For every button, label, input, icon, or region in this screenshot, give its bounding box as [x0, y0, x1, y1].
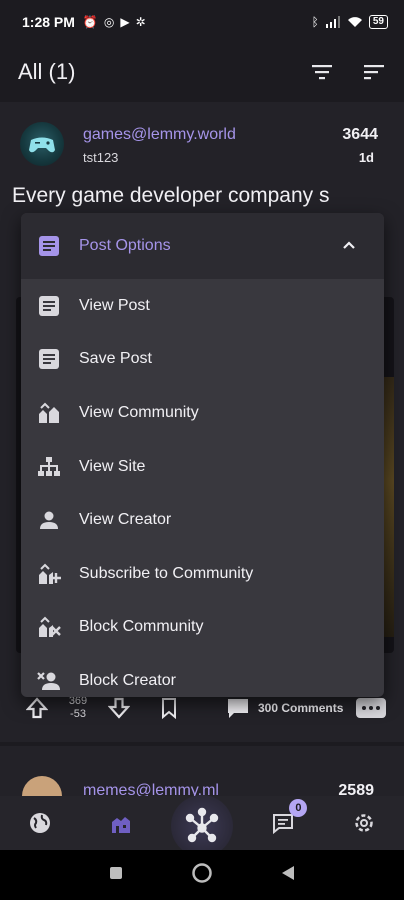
status-bar: 1:28 PM ⏰ ◎ ▶ ✲ ᛒ 59 [0, 0, 404, 44]
nav-settings[interactable] [323, 796, 404, 850]
bottom-navigation: 0 [0, 795, 404, 857]
comment-icon [228, 699, 248, 718]
menu-item-view-post[interactable]: View Post [21, 279, 384, 333]
back-button[interactable] [281, 865, 295, 886]
menu-item-view-community[interactable]: View Community [21, 386, 384, 440]
community-avatar[interactable] [20, 122, 64, 166]
battery-indicator: 59 [368, 15, 388, 29]
menu-item-view-site[interactable]: View Site [21, 440, 384, 494]
post-title[interactable]: Every game developer company s [12, 182, 392, 210]
bookmark-button[interactable] [152, 697, 186, 719]
nav-explore[interactable] [0, 796, 81, 850]
menu-item-label: View Community [79, 403, 199, 421]
square-icon [110, 866, 122, 879]
app-bar: All (1) [0, 44, 404, 100]
home-community-icon [112, 817, 131, 833]
next-post-card[interactable]: memes@lemmy.ml 2589 [0, 746, 404, 816]
alarm-icon: ⏰ [82, 15, 98, 29]
downvote-button[interactable] [102, 697, 136, 719]
menu-item-label: Block Community [79, 618, 204, 636]
nav-home-feed[interactable] [81, 796, 162, 850]
settings-icon [354, 814, 373, 832]
chevron-up-icon[interactable] [342, 237, 356, 255]
post-options-header[interactable]: Post Options [21, 213, 384, 279]
post-score: 3644 [342, 126, 378, 143]
fan-icon: ✲ [135, 15, 146, 29]
menu-item-label: View Post [79, 296, 150, 314]
menu-item-label: Subscribe to Community [79, 564, 254, 582]
menu-item-label: Save Post [79, 350, 152, 368]
dot-icon [376, 706, 380, 710]
comments-count: 300 Comments [258, 701, 344, 715]
system-navigation-bar [0, 850, 404, 900]
app-notification-icon: ◎ [103, 15, 115, 29]
app-bar-actions [308, 58, 388, 86]
article-icon [37, 347, 61, 371]
lemmy-logo-button[interactable] [170, 795, 233, 857]
menu-item-view-creator[interactable]: View Creator [21, 493, 384, 547]
menu-item-label: Block Creator [79, 671, 176, 689]
system-icons: ᛒ 59 [312, 15, 388, 29]
app-screen: 1:28 PM ⏰ ◎ ▶ ✲ ᛒ 59 All (1) games@lemmy… [0, 0, 404, 900]
upvote-button[interactable] [20, 697, 54, 719]
inbox-badge: 0 [289, 799, 308, 817]
menu-item-block-community[interactable]: Block Community [21, 601, 384, 655]
more-options-button[interactable] [356, 698, 386, 718]
wifi-icon [347, 17, 362, 27]
signal-icon [325, 16, 340, 28]
lemmy-logo-icon [185, 807, 219, 843]
community-block-icon [37, 615, 61, 639]
bluetooth-icon: ᛒ [311, 15, 319, 29]
community-icon [37, 401, 61, 425]
comments-button[interactable]: 300 Comments [226, 697, 343, 719]
menu-item-label: View Site [79, 457, 146, 475]
dot-icon [362, 706, 366, 710]
post-header: games@lemmy.world tst123 3644 1d [20, 120, 378, 170]
nav-inbox[interactable]: 0 [242, 796, 323, 850]
arrow-up-icon [26, 697, 48, 719]
dot-icon [369, 706, 373, 710]
notification-icons: ⏰ ◎ ▶ ✲ [83, 15, 146, 29]
menu-item-subscribe-community[interactable]: Subscribe to Community [21, 547, 384, 601]
feed-title[interactable]: All (1) [18, 59, 75, 85]
menu-item-block-creator[interactable]: Block Creator [21, 654, 384, 697]
downvote-count: -53 [70, 708, 86, 720]
post-options-menu: Post Options View Post Save Post View Co… [21, 213, 384, 697]
person-icon [37, 508, 61, 532]
nav-lemmy-logo[interactable] [162, 795, 243, 857]
recents-button[interactable] [109, 866, 123, 885]
youtube-icon: ▶ [120, 15, 130, 29]
back-triangle-icon [282, 865, 294, 880]
article-icon [37, 294, 61, 318]
post-options-title: Post Options [79, 237, 171, 254]
arrow-down-icon [108, 697, 130, 719]
article-icon [37, 234, 61, 258]
vote-counts: 369 -53 [58, 695, 98, 721]
sitemap-icon [37, 455, 61, 479]
menu-item-label: View Creator [79, 511, 172, 529]
menu-item-save-post[interactable]: Save Post [21, 333, 384, 387]
home-button[interactable] [191, 862, 213, 889]
globe-icon [30, 813, 51, 833]
community-add-icon [37, 562, 61, 586]
filter-icon[interactable] [308, 58, 336, 86]
post-community-link[interactable]: games@lemmy.world [83, 126, 236, 144]
post-age: 1d [358, 150, 374, 165]
person-block-icon [37, 669, 61, 693]
bookmark-icon [162, 698, 176, 719]
post-author-link[interactable]: tst123 [83, 150, 118, 165]
circle-icon [192, 862, 212, 883]
sort-icon[interactable] [360, 58, 388, 86]
status-time: 1:28 PM [22, 14, 75, 30]
